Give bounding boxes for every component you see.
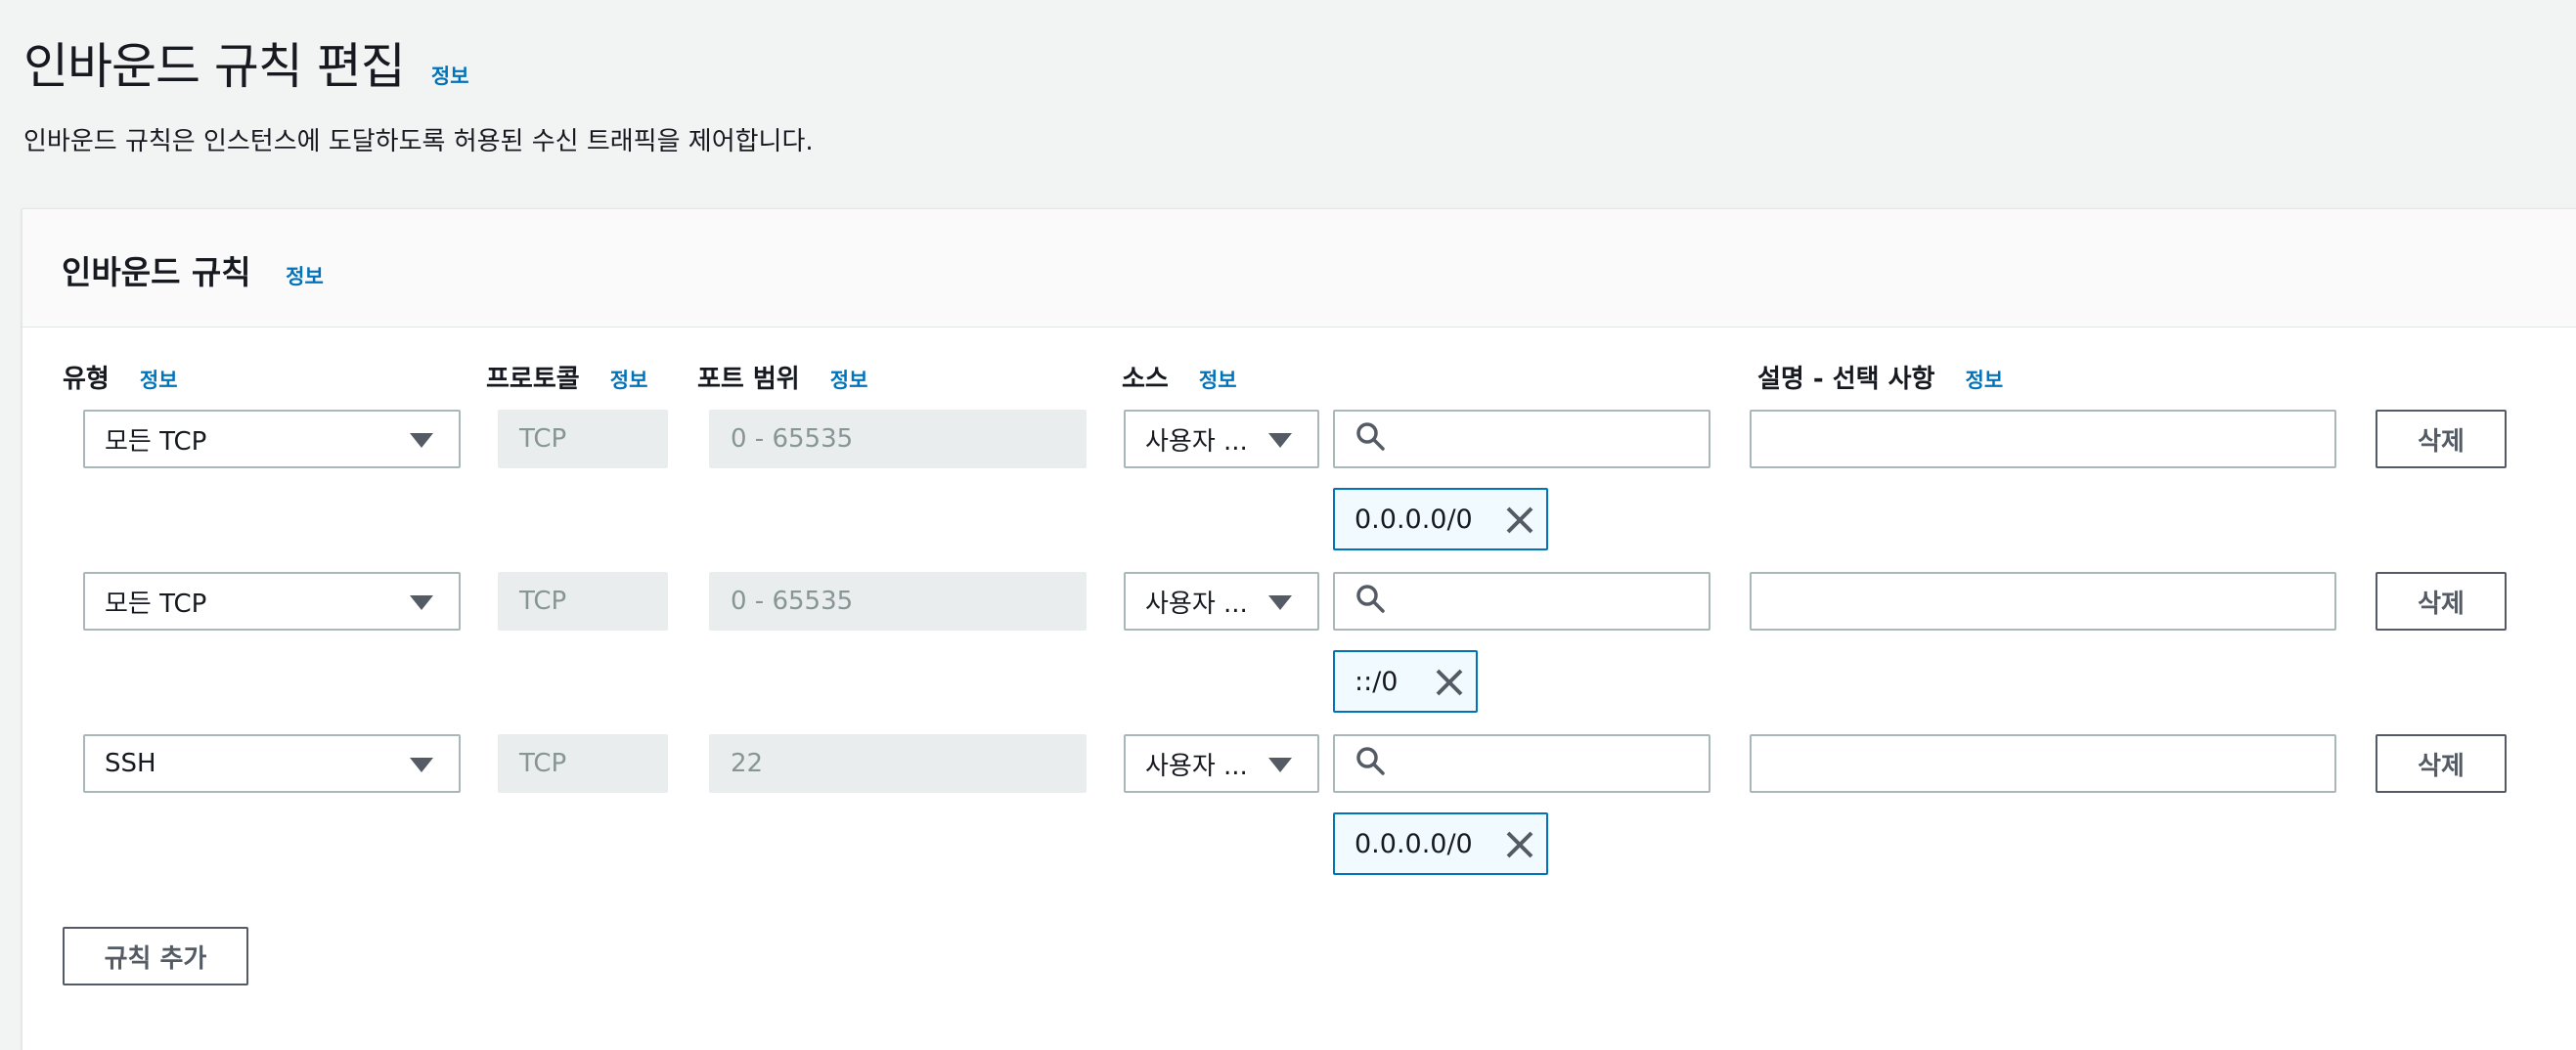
caret-down-icon (410, 433, 433, 448)
delete-button[interactable]: 삭제 (2376, 572, 2507, 631)
panel-title-row: 인바운드 규칙 정보 (62, 246, 324, 293)
port-range-info-link[interactable]: 정보 (830, 369, 868, 392)
source-type-select[interactable]: 사용자 ... (1124, 572, 1319, 631)
cidr-token-label: 0.0.0.0/0 (1355, 503, 1473, 535)
panel-info-link[interactable]: 정보 (286, 265, 324, 288)
port-range-value: 22 (731, 749, 764, 778)
column-label-description: 설명 - 선택 사항 (1757, 365, 1935, 394)
search-icon (1355, 583, 1386, 621)
page-info-link[interactable]: 정보 (431, 65, 469, 88)
source-type-select[interactable]: 사용자 ... (1124, 734, 1319, 793)
add-rule-button[interactable]: 규칙 추가 (63, 927, 248, 985)
source-search-input[interactable] (1333, 734, 1710, 793)
cidr-token: ::/0 (1333, 650, 1478, 713)
protocol-field: TCP (498, 410, 668, 468)
column-header-type: 유형 정보 (63, 359, 178, 395)
caret-down-icon (410, 595, 433, 610)
source-type-select[interactable]: 사용자 ... (1124, 410, 1319, 468)
type-select[interactable]: 모든 TCP (83, 572, 461, 631)
close-icon[interactable] (1503, 828, 1536, 861)
description-info-link[interactable]: 정보 (1966, 369, 2004, 392)
protocol-value: TCP (519, 749, 567, 778)
description-input[interactable] (1750, 572, 2336, 631)
column-header-port-range: 포트 범위 정보 (697, 359, 867, 395)
protocol-field: TCP (498, 572, 668, 631)
type-select-value: 모든 TCP (105, 426, 207, 457)
type-select[interactable]: SSH (83, 734, 461, 793)
source-type-value: 사용자 ... (1145, 589, 1248, 619)
source-info-link[interactable]: 정보 (1199, 369, 1237, 392)
page-description: 인바운드 규칙은 인스턴스에 도달하도록 허용된 수신 트래픽을 제어합니다. (23, 127, 814, 156)
cidr-token-label: 0.0.0.0/0 (1355, 828, 1473, 859)
port-range-field: 0 - 65535 (709, 410, 1087, 468)
cidr-token: 0.0.0.0/0 (1333, 488, 1548, 550)
delete-button[interactable]: 삭제 (2376, 734, 2507, 793)
type-info-link[interactable]: 정보 (140, 369, 178, 392)
caret-down-icon (410, 758, 433, 772)
source-search-input[interactable] (1333, 572, 1710, 631)
cidr-token: 0.0.0.0/0 (1333, 812, 1548, 875)
protocol-info-link[interactable]: 정보 (610, 369, 648, 392)
port-range-field: 0 - 65535 (709, 572, 1087, 631)
column-label-port-range: 포트 범위 (697, 365, 800, 394)
protocol-value: TCP (519, 424, 567, 454)
caret-down-icon (1268, 758, 1292, 772)
protocol-value: TCP (519, 587, 567, 616)
type-select[interactable]: 모든 TCP (83, 410, 461, 468)
search-icon (1355, 420, 1386, 459)
source-type-value: 사용자 ... (1145, 426, 1248, 457)
panel-header: 인바운드 규칙 정보 (22, 209, 2576, 328)
port-range-value: 0 - 65535 (731, 424, 854, 454)
page-title-row: 인바운드 규칙 편집 정보 (23, 27, 469, 98)
description-input[interactable] (1750, 410, 2336, 468)
close-icon[interactable] (1433, 666, 1466, 699)
type-select-value: 모든 TCP (105, 589, 207, 619)
search-icon (1355, 745, 1386, 783)
caret-down-icon (1268, 595, 1292, 610)
close-icon[interactable] (1503, 503, 1536, 537)
panel-title: 인바운드 규칙 (62, 253, 251, 291)
port-range-value: 0 - 65535 (731, 587, 854, 616)
caret-down-icon (1268, 433, 1292, 448)
column-label-type: 유형 (63, 365, 110, 394)
page-title: 인바운드 규칙 편집 (23, 38, 406, 95)
source-search-input[interactable] (1333, 410, 1710, 468)
inbound-rules-panel: 인바운드 규칙 정보 유형 정보 프로토콜 정보 포트 범위 정보 소스 정보 … (22, 208, 2576, 1050)
cidr-token-label: ::/0 (1355, 666, 1399, 697)
protocol-field: TCP (498, 734, 668, 793)
column-label-protocol: 프로토콜 (486, 365, 580, 394)
port-range-field: 22 (709, 734, 1087, 793)
column-header-protocol: 프로토콜 정보 (486, 359, 647, 395)
description-input[interactable] (1750, 734, 2336, 793)
source-type-value: 사용자 ... (1145, 751, 1248, 781)
column-label-source: 소스 (1122, 365, 1169, 394)
column-header-source: 소스 정보 (1122, 359, 1237, 395)
delete-button[interactable]: 삭제 (2376, 410, 2507, 468)
column-header-description: 설명 - 선택 사항 정보 (1757, 359, 2003, 395)
type-select-value: SSH (105, 749, 156, 778)
